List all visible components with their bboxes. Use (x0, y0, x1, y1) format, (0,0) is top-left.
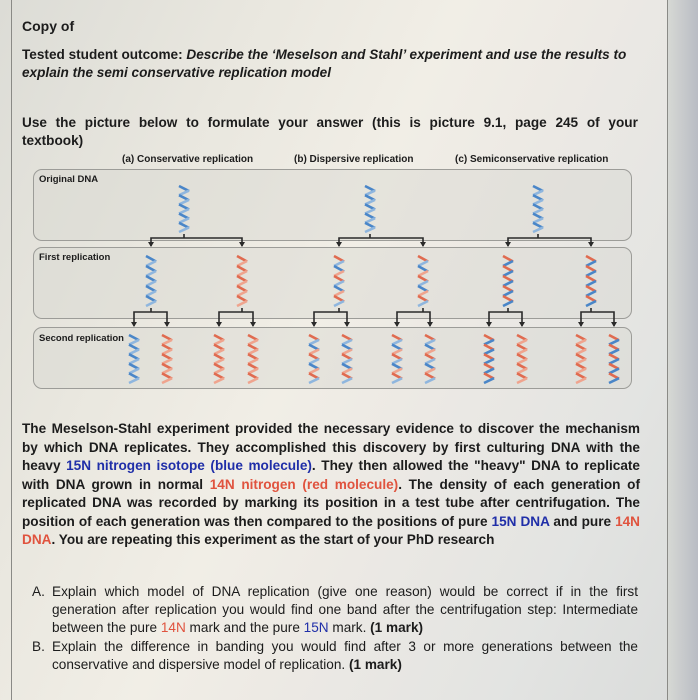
instruction-word: 9.1, (483, 115, 507, 130)
helix-original (364, 184, 376, 234)
fork-first (580, 308, 615, 326)
fork-original-arrowhead-right (588, 242, 594, 247)
question-a-text-3: mark. (328, 620, 371, 635)
helix-second (516, 333, 528, 385)
helix-second (161, 333, 173, 385)
fork-first-arrowhead-left (311, 322, 317, 327)
fork-original-arrowhead-right (420, 242, 426, 247)
question-letter: A. (32, 584, 45, 599)
fork-original-arrowhead-left (505, 242, 511, 247)
question-a-mark: (1 mark) (370, 620, 424, 635)
instruction-word: picture (84, 115, 131, 130)
instruction-word: answer (316, 115, 364, 130)
question-a: A. Explain which model of DNA replicatio… (32, 583, 638, 637)
question-list: A. Explain which model of DNA replicatio… (32, 583, 638, 675)
experiment-description: The Meselson-Stahl experiment provided t… (22, 420, 640, 550)
fork-original-arrowhead-left (148, 242, 154, 247)
helix-original (532, 184, 544, 234)
instruction-word: Use (22, 115, 47, 130)
fork-first-arrowhead-right (427, 322, 433, 327)
helix-first (585, 254, 597, 308)
helix-second (608, 333, 620, 385)
page-border-left (11, 0, 12, 700)
fork-first-arrowhead-left (216, 322, 222, 327)
tested-outcome: Tested student outcome: Describe the ‘Me… (22, 46, 642, 82)
fork-first-arrowhead-right (611, 322, 617, 327)
fork-first (396, 308, 431, 326)
instruction-word: your (278, 115, 308, 130)
fork-first-arrowhead-right (250, 322, 256, 327)
figure-drawing (128, 184, 620, 385)
helix-second (424, 333, 436, 385)
instruction-word: the (55, 115, 77, 130)
fork-first (133, 308, 168, 326)
helix-second (575, 333, 587, 385)
helix-second (341, 333, 353, 385)
fork-original (507, 234, 592, 246)
fork-original (338, 234, 424, 246)
fork-first-arrowhead-right (519, 322, 525, 327)
question-letter: B. (32, 639, 45, 654)
instruction-word: 245 (555, 115, 579, 130)
copy-of-label: Copy of (22, 18, 75, 34)
para-14n-nitrogen: 14N nitrogen (red molecule) (209, 476, 399, 492)
helix-second (308, 333, 320, 385)
replication-figure: (a) Conservative replication (b) Dispers… (22, 150, 662, 395)
helix-first (502, 254, 514, 308)
helix-first (333, 254, 345, 308)
screen-edge (668, 0, 698, 700)
fork-first-arrowhead-left (131, 322, 137, 327)
fork-first-arrowhead-right (164, 322, 170, 327)
para-text-4: and pure (549, 513, 616, 529)
question-text: Explain which model of DNA replication (… (52, 583, 638, 637)
instruction-word: page (514, 115, 547, 130)
fork-first (218, 308, 254, 326)
fork-original-arrowhead-right (239, 242, 245, 247)
fork-first-arrowhead-left (578, 322, 584, 327)
question-b-mark: (1 mark) (348, 657, 402, 672)
helix-second (391, 333, 403, 385)
instruction-word: your (608, 115, 638, 130)
helix-first (145, 254, 157, 308)
helix-second (483, 333, 495, 385)
para-15n-dna: 15N DNA (491, 513, 550, 529)
para-15n-isotope: 15N nitrogen isotope (blue molecule) (66, 458, 312, 473)
question-a-text-2: mark and the pure (185, 620, 304, 635)
instruction-word: formulate (207, 115, 270, 130)
fork-first (313, 308, 348, 326)
instruction-line-2: textbook) (22, 133, 84, 148)
instruction-line-1: Use the picture below to formulate your answer (… (22, 114, 638, 132)
question-b: B. Explain the difference in banding you… (32, 638, 638, 674)
instruction-word: of (586, 115, 600, 130)
fork-original-arrowhead-left (336, 242, 342, 247)
instruction-word: below (138, 115, 178, 130)
instruction-word: is (409, 115, 421, 130)
helix-first (417, 254, 429, 308)
instruction-word: to (186, 115, 199, 130)
fork-first (488, 308, 523, 326)
helix-second (247, 333, 259, 385)
fork-first-arrowhead-left (486, 322, 492, 327)
question-a-14n: 14N (160, 620, 186, 635)
instruction-word: picture (429, 115, 475, 130)
instruction: Use the picture below to formulate your answer (… (22, 114, 638, 150)
fork-original (150, 234, 243, 246)
outcome-label: Tested student outcome: (22, 47, 187, 62)
instruction-word: (this (372, 115, 401, 130)
fork-first-arrowhead-left (394, 322, 400, 327)
helix-second (128, 333, 140, 385)
question-text: Explain the difference in banding you wo… (52, 638, 638, 674)
fork-first-arrowhead-right (344, 322, 350, 327)
question-b-text-1: Explain the difference in banding you wo… (52, 639, 638, 672)
helix-original (178, 184, 190, 234)
question-a-15n: 15N (303, 620, 329, 635)
helix-second (213, 333, 225, 385)
helix-first (236, 254, 248, 308)
para-text-5: . You are repeating this experiment as t… (51, 532, 495, 547)
page-border-right (667, 0, 668, 700)
